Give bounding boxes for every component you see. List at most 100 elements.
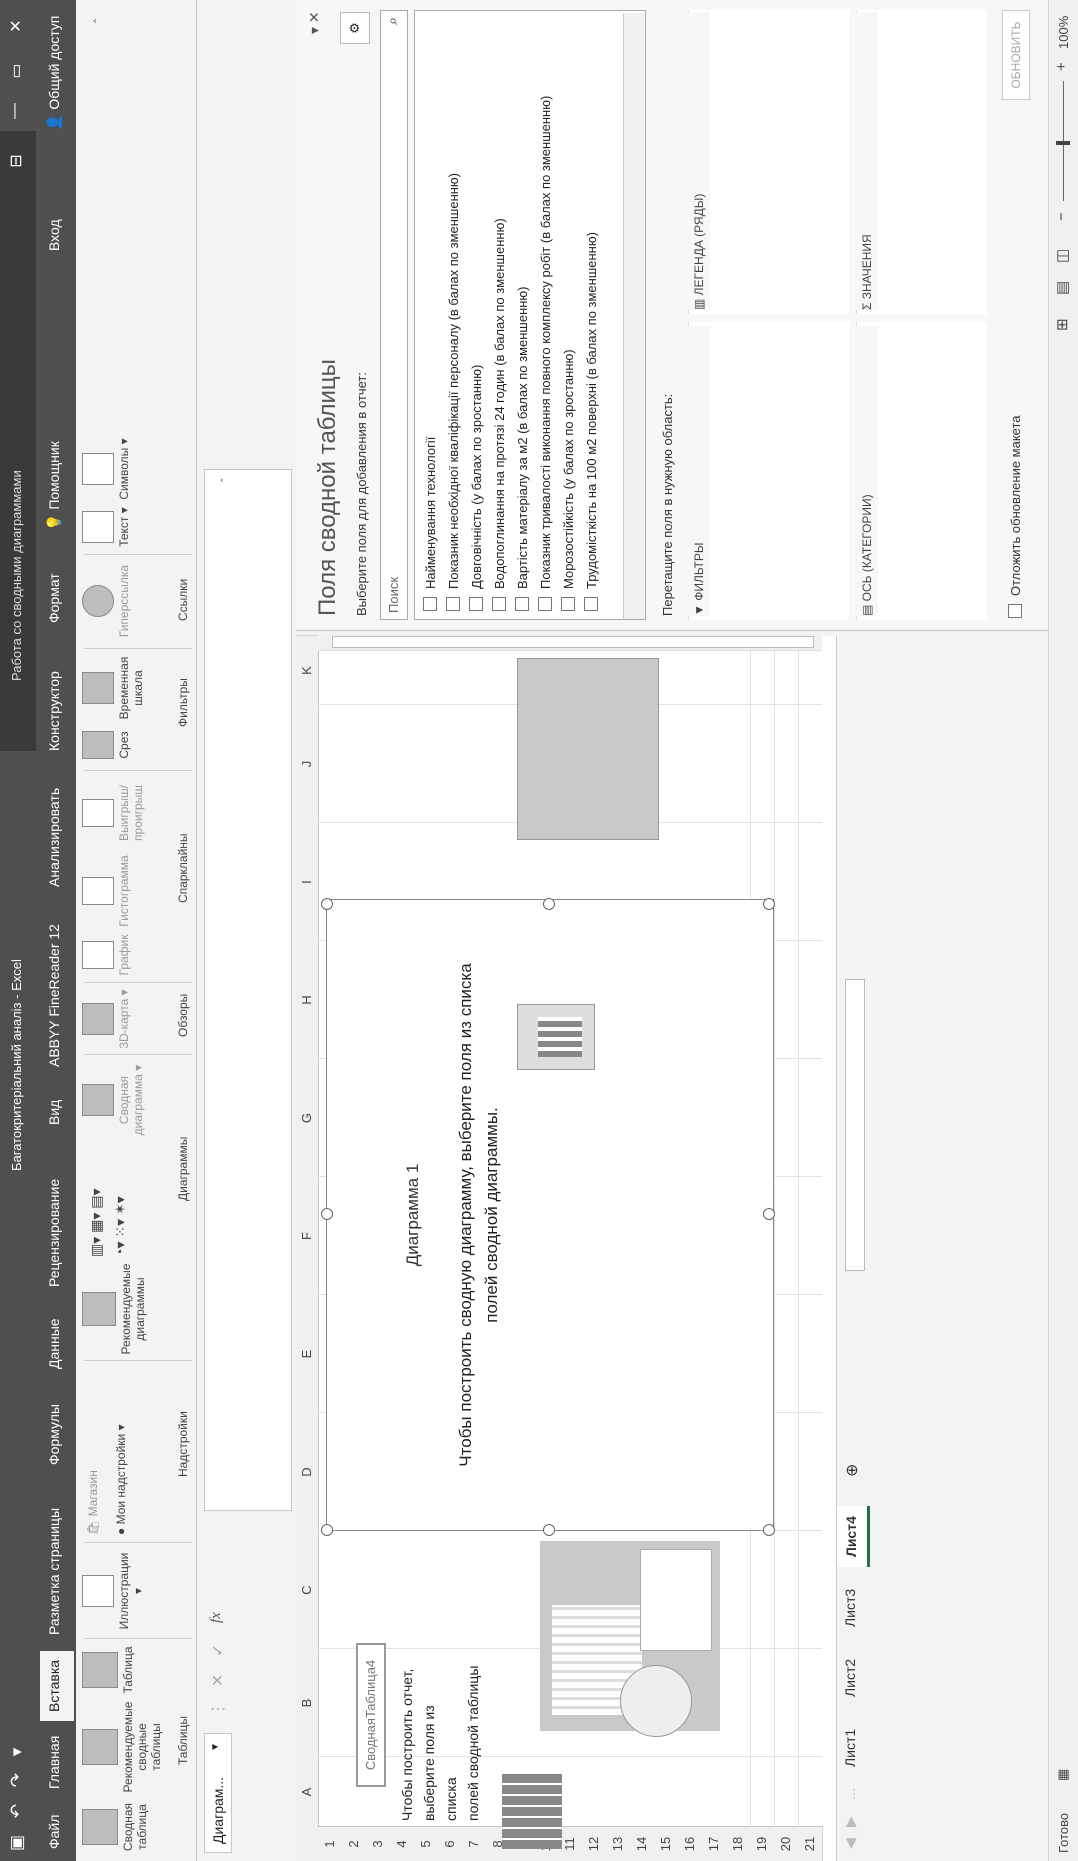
sparkline-column-button[interactable]: Гистограмма — [82, 851, 131, 931]
tab-format[interactable]: Формат — [46, 573, 62, 623]
tell-me-search[interactable]: 💡 Помощник — [46, 441, 63, 531]
enter-icon[interactable]: ✓ — [208, 1644, 228, 1657]
column-header[interactable]: D — [296, 1412, 319, 1531]
tab-abbyy[interactable]: ABBYY FineReader 12 — [46, 924, 62, 1067]
recommended-charts-button[interactable]: Рекомендуемые диаграммы — [82, 1263, 147, 1355]
column-header[interactable]: F — [296, 1176, 319, 1295]
zoom-level[interactable]: 100% — [1056, 16, 1071, 49]
field-item[interactable]: Показник необхідної кваліфікації персона… — [446, 173, 461, 611]
column-header[interactable]: H — [296, 940, 319, 1059]
pivot-table-name-box[interactable]: СводнаяТаблица4 — [356, 1643, 386, 1787]
sheet-tab[interactable]: Лист3 — [842, 1589, 858, 1627]
tab-view[interactable]: Вид — [46, 1100, 62, 1125]
tab-data[interactable]: Данные — [46, 1318, 62, 1369]
row-header[interactable]: 12 — [582, 1826, 607, 1861]
recommended-pivot-button[interactable]: Рекомендуемые сводные таблицы — [82, 1699, 163, 1795]
row-header[interactable]: 20 — [774, 1826, 799, 1861]
zoom-slider-thumb[interactable] — [1056, 141, 1070, 145]
field-item[interactable]: Морозостійкість (у балах по зростанню) — [561, 349, 576, 611]
gear-icon[interactable]: ⚙ — [340, 12, 370, 44]
field-item[interactable]: Найменування технології — [423, 437, 438, 611]
column-header[interactable]: B — [296, 1648, 319, 1757]
checkbox[interactable] — [515, 597, 529, 611]
formula-input[interactable]: ‸ — [204, 469, 292, 1511]
ribbon-display-icon[interactable]: ⊟ — [6, 141, 26, 181]
macro-record-icon[interactable]: ▦ — [1055, 1769, 1071, 1781]
column-header[interactable]: G — [296, 1058, 319, 1177]
tab-analyze[interactable]: Анализировать — [46, 788, 62, 887]
defer-update-checkbox[interactable]: Отложить обновление макета — [1008, 415, 1023, 618]
checkbox[interactable] — [561, 597, 575, 611]
store-button[interactable]: 🛍 Магазин — [86, 1470, 100, 1535]
pane-options-icon[interactable]: ▾ ✕ — [306, 11, 323, 34]
resize-handle[interactable] — [321, 1524, 333, 1536]
row-header[interactable]: 17 — [702, 1826, 727, 1861]
symbols-button[interactable]: Символы ▾ — [82, 437, 131, 501]
field-item[interactable]: Трудомісткість на 100 м2 поверхні (в бал… — [584, 232, 599, 611]
3d-map-button[interactable]: 3D-карта ▾ — [82, 989, 131, 1049]
checkbox[interactable] — [446, 597, 460, 611]
resize-handle[interactable] — [763, 1208, 775, 1220]
row-header[interactable]: 13 — [606, 1826, 631, 1861]
tab-formulas[interactable]: Формулы — [46, 1404, 62, 1465]
tab-insert[interactable]: Вставка — [40, 1650, 74, 1721]
sign-in-link[interactable]: Вход — [46, 219, 62, 251]
row-header[interactable]: 16 — [678, 1826, 703, 1861]
expand-formula-icon[interactable]: ‸ — [209, 478, 223, 482]
row-header[interactable]: 3 — [366, 1826, 391, 1861]
row-header[interactable]: 14 — [630, 1826, 655, 1861]
field-search-input[interactable]: Поиск ⌕ — [380, 10, 408, 620]
values-area[interactable]: Σ ЗНАЧЕНИЯ — [856, 10, 987, 314]
column-header[interactable]: I — [296, 822, 319, 941]
checkbox[interactable] — [538, 597, 552, 611]
add-sheet-icon[interactable]: ⊕ — [842, 1464, 862, 1477]
column-header[interactable]: A — [296, 1756, 319, 1827]
zoom-in-button[interactable]: + — [1053, 62, 1070, 71]
row-header[interactable]: 19 — [750, 1826, 775, 1861]
filters-area[interactable]: ▼ ФИЛЬТРЫ — [688, 322, 849, 620]
collapse-ribbon-icon[interactable]: ‸ — [82, 19, 96, 23]
normal-view-icon[interactable]: ⊞ — [1053, 318, 1071, 331]
resize-handle[interactable] — [543, 898, 555, 910]
sparkline-winloss-button[interactable]: Выигрыш/ проигрыш — [82, 775, 145, 851]
resize-handle[interactable] — [543, 1524, 555, 1536]
illustrations-button[interactable]: Иллюстрации ▾ — [82, 1549, 145, 1633]
sheet-tab[interactable]: Лист2 — [842, 1659, 858, 1697]
update-button[interactable]: ОБНОВИТЬ — [1002, 10, 1030, 100]
quick-access-toolbar[interactable]: ▣ ↶ ↷ ▾ — [7, 1742, 27, 1851]
tab-page-layout[interactable]: Разметка страницы — [46, 1508, 62, 1635]
column-header[interactable]: K — [296, 635, 319, 705]
chevron-down-icon[interactable]: ▼ — [210, 1742, 221, 1752]
worksheet-grid[interactable]: A B C D E F G H I J K 1 2 3 4 5 6 7 8 9 … — [296, 635, 836, 1861]
slicer-button[interactable]: Срез — [82, 725, 131, 765]
resize-handle[interactable] — [321, 898, 333, 910]
checkbox[interactable] — [423, 597, 437, 611]
maximize-button[interactable]: ▭ — [6, 51, 26, 91]
sparkline-line-button[interactable]: График — [82, 933, 131, 977]
select-all-corner[interactable] — [296, 1826, 319, 1861]
prev-sheet-icon[interactable]: ◀ — [842, 1838, 859, 1849]
name-box[interactable]: Диаграм... ▼ — [204, 1733, 232, 1853]
field-list-hscrollbar[interactable] — [623, 13, 644, 619]
field-item[interactable]: Водопоглинання на протязі 24 годин (в ба… — [492, 218, 507, 611]
close-button[interactable]: ✕ — [6, 6, 26, 46]
row-header[interactable]: 1 — [318, 1826, 343, 1861]
row-header[interactable]: 4 — [390, 1826, 415, 1861]
sheet-tab-active[interactable]: Лист4 — [837, 1506, 870, 1567]
column-header[interactable]: J — [296, 704, 319, 823]
more-sheets-icon[interactable]: … — [842, 1787, 858, 1801]
next-sheet-icon[interactable]: ▶ — [842, 1816, 859, 1827]
row-header[interactable]: 6 — [438, 1826, 463, 1861]
tab-design[interactable]: Конструктор — [46, 671, 62, 751]
zoom-out-button[interactable]: − — [1053, 212, 1070, 221]
chart-type-gallery[interactable]: ▥▾ ▦▾ ▤▾ ◔▾ ⁙▾ ✶▾ — [84, 1147, 132, 1257]
checkbox[interactable] — [584, 597, 598, 611]
axis-area[interactable]: ▤ ОСЬ (КАТЕГОРИИ) — [856, 322, 987, 620]
field-item[interactable]: Довговічність (у балах по зростанню) — [469, 365, 484, 611]
resize-handle[interactable] — [763, 898, 775, 910]
resize-handle[interactable] — [321, 1208, 333, 1220]
table-button[interactable]: Таблица — [82, 1643, 135, 1697]
tab-file[interactable]: Файл — [46, 1815, 62, 1849]
row-header[interactable]: 18 — [726, 1826, 751, 1861]
tab-review[interactable]: Рецензирование — [46, 1179, 62, 1287]
